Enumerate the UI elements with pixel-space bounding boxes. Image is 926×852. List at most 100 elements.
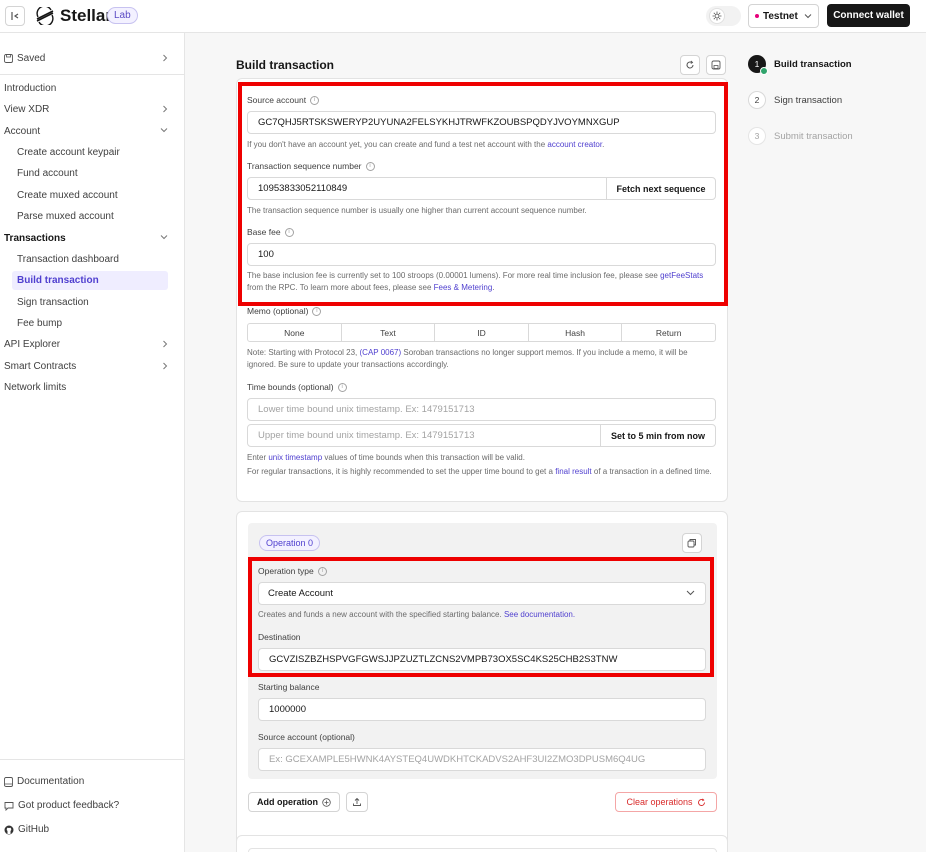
sidebar-item-fund-account[interactable]: Fund account [12, 164, 168, 183]
operation-source-account-label: Source account (optional) [258, 732, 355, 742]
top-header: Stellar Lab Testnet Connect wallet [0, 0, 926, 33]
label-text: Transaction sequence number [247, 161, 362, 171]
info-icon[interactable]: i [310, 95, 320, 105]
add-operation-button[interactable]: Add operation [248, 792, 340, 812]
sidebar-item-label: Documentation [17, 776, 85, 787]
chevron-right-icon [163, 362, 168, 370]
sidebar-item-github[interactable]: GitHub [4, 820, 172, 839]
fetch-next-sequence-button[interactable]: Fetch next sequence [606, 177, 716, 200]
step-label: Build transaction [774, 58, 852, 70]
sequence-input[interactable]: 10953833052110849 [247, 177, 607, 200]
sidebar-item-saved[interactable]: Saved [4, 49, 172, 68]
sidebar-item-label: Transactions [4, 233, 66, 244]
chevron-right-icon [163, 54, 168, 62]
save-icon [711, 60, 721, 70]
lower-time-bound-input[interactable]: Lower time bound unix timestamp. Ex: 147… [247, 398, 716, 421]
memo-option-none[interactable]: None [248, 324, 342, 341]
help-text: . [492, 283, 495, 292]
info-icon[interactable]: i [284, 227, 294, 237]
check-icon [760, 67, 768, 75]
info-icon[interactable]: i [312, 306, 322, 316]
operation-type-select[interactable]: Create Account [258, 582, 706, 605]
stellar-logo[interactable]: Stellar [34, 6, 112, 26]
sidebar-item-view-xdr[interactable]: View XDR [4, 100, 172, 119]
network-select[interactable]: Testnet [748, 4, 819, 28]
sidebar-item-api-explorer[interactable]: API Explorer [4, 335, 172, 354]
github-icon [4, 825, 14, 834]
help-text: Note: Starting with Protocol 23, [247, 348, 358, 357]
sidebar-item-create-muxed-account[interactable]: Create muxed account [12, 186, 168, 205]
sequence-help: The transaction sequence number is usual… [247, 206, 587, 215]
memo-option-return[interactable]: Return [622, 324, 715, 341]
memo-note: Note: Starting with Protocol 23, (CAP 00… [247, 347, 716, 371]
account-creator-link[interactable]: account creator [547, 140, 602, 149]
set-5-min-button[interactable]: Set to 5 min from now [600, 424, 716, 447]
help-text: . [602, 140, 605, 149]
save-transaction-button[interactable] [706, 55, 726, 75]
fees-metering-link[interactable]: Fees & Metering [434, 283, 493, 292]
network-label: Testnet [763, 10, 798, 22]
brand-name: Stellar [60, 6, 112, 25]
sidebar-item-smart-contracts[interactable]: Smart Contracts [4, 357, 172, 376]
sidebar-item-fee-bump[interactable]: Fee bump [12, 314, 168, 333]
base-fee-label: Base fee i [247, 227, 294, 237]
help-text: values of time bounds when this transact… [324, 453, 525, 462]
cap-0067-link[interactable]: (CAP 0067) [360, 348, 402, 357]
sidebar-item-label: Smart Contracts [4, 361, 77, 372]
info-icon[interactable]: i [317, 566, 327, 576]
sidebar-item-create-account-keypair[interactable]: Create account keypair [12, 143, 168, 162]
collapse-sidebar-button[interactable] [5, 6, 25, 26]
see-documentation-link[interactable]: See documentation. [504, 610, 575, 619]
button-label: Clear operations [626, 797, 693, 807]
sidebar-item-network-limits[interactable]: Network limits [4, 378, 172, 397]
sidebar-item-feedback[interactable]: Got product feedback? [4, 796, 172, 815]
sidebar-item-label: Saved [17, 53, 46, 64]
clear-operations-button[interactable]: Clear operations [615, 792, 717, 812]
sidebar-item-documentation[interactable]: Documentation [4, 772, 172, 791]
chevron-down-icon [686, 590, 695, 596]
operation-0-panel: Operation 0 Operation type i Create Accou… [248, 523, 717, 779]
sidebar-item-build-transaction[interactable]: Build transaction [12, 271, 168, 290]
lab-badge: Lab [107, 7, 138, 24]
sidebar-item-label: Introduction [4, 83, 57, 94]
theme-toggle[interactable] [706, 6, 741, 26]
sidebar-item-transactions[interactable]: Transactions [4, 229, 172, 248]
sidebar-item-transaction-dashboard[interactable]: Transaction dashboard [12, 250, 168, 269]
sidebar-item-account[interactable]: Account [4, 122, 172, 141]
sidebar-item-parse-muxed-account[interactable]: Parse muxed account [12, 207, 168, 226]
memo-option-id[interactable]: ID [435, 324, 529, 341]
connect-wallet-button[interactable]: Connect wallet [827, 4, 910, 27]
collapse-icon [11, 12, 19, 20]
upper-time-bound-input[interactable]: Upper time bound unix timestamp. Ex: 147… [247, 424, 601, 447]
chevron-right-icon [163, 105, 168, 113]
starting-balance-input[interactable]: 1000000 [258, 698, 706, 721]
chevron-down-icon [160, 235, 168, 240]
source-account-help: If you don't have an account yet, you ca… [247, 139, 604, 151]
final-result-link[interactable]: final result [555, 467, 591, 476]
sidebar-item-sign-transaction[interactable]: Sign transaction [12, 293, 168, 312]
operation-source-account-input[interactable]: Ex: GCEXAMPLE5HWNK4AYSTEQ4UWDKHTCKADVS2A… [258, 748, 706, 771]
duplicate-operation-button[interactable] [682, 533, 702, 553]
copy-icon [687, 539, 696, 548]
source-account-input[interactable]: GC7QHJ5RTSKSWERYP2UYUNA2FELSYKHJTRWFKZOU… [247, 111, 716, 134]
base-fee-input[interactable]: 100 [247, 243, 716, 266]
label-text: Operation type [258, 566, 314, 576]
info-icon[interactable]: i [365, 161, 375, 171]
step-build-transaction[interactable]: 1 Build transaction [748, 55, 852, 75]
destination-input[interactable]: GCVZISZBZHSPVGFGWSJJPZUZTLZCNS2VMPB73OX5… [258, 648, 706, 671]
get-fee-stats-link[interactable]: getFeeStats [660, 271, 703, 280]
time-bounds-label: Time bounds (optional) i [247, 382, 347, 392]
memo-type-selector: None Text ID Hash Return [247, 323, 716, 342]
label-text: Source account [247, 95, 307, 105]
page-title: Build transaction [236, 58, 335, 72]
import-operation-button[interactable] [346, 792, 368, 812]
memo-option-text[interactable]: Text [342, 324, 436, 341]
reset-button[interactable] [680, 55, 700, 75]
help-text: Enter [247, 453, 267, 462]
operation-type-help: Creates and funds a new account with the… [258, 609, 575, 621]
step-sign-transaction[interactable]: 2 Sign transaction [748, 91, 842, 109]
info-icon[interactable]: i [337, 382, 347, 392]
unix-timestamp-link[interactable]: unix timestamp [268, 453, 322, 462]
memo-option-hash[interactable]: Hash [529, 324, 623, 341]
sidebar-item-introduction[interactable]: Introduction [4, 79, 172, 98]
